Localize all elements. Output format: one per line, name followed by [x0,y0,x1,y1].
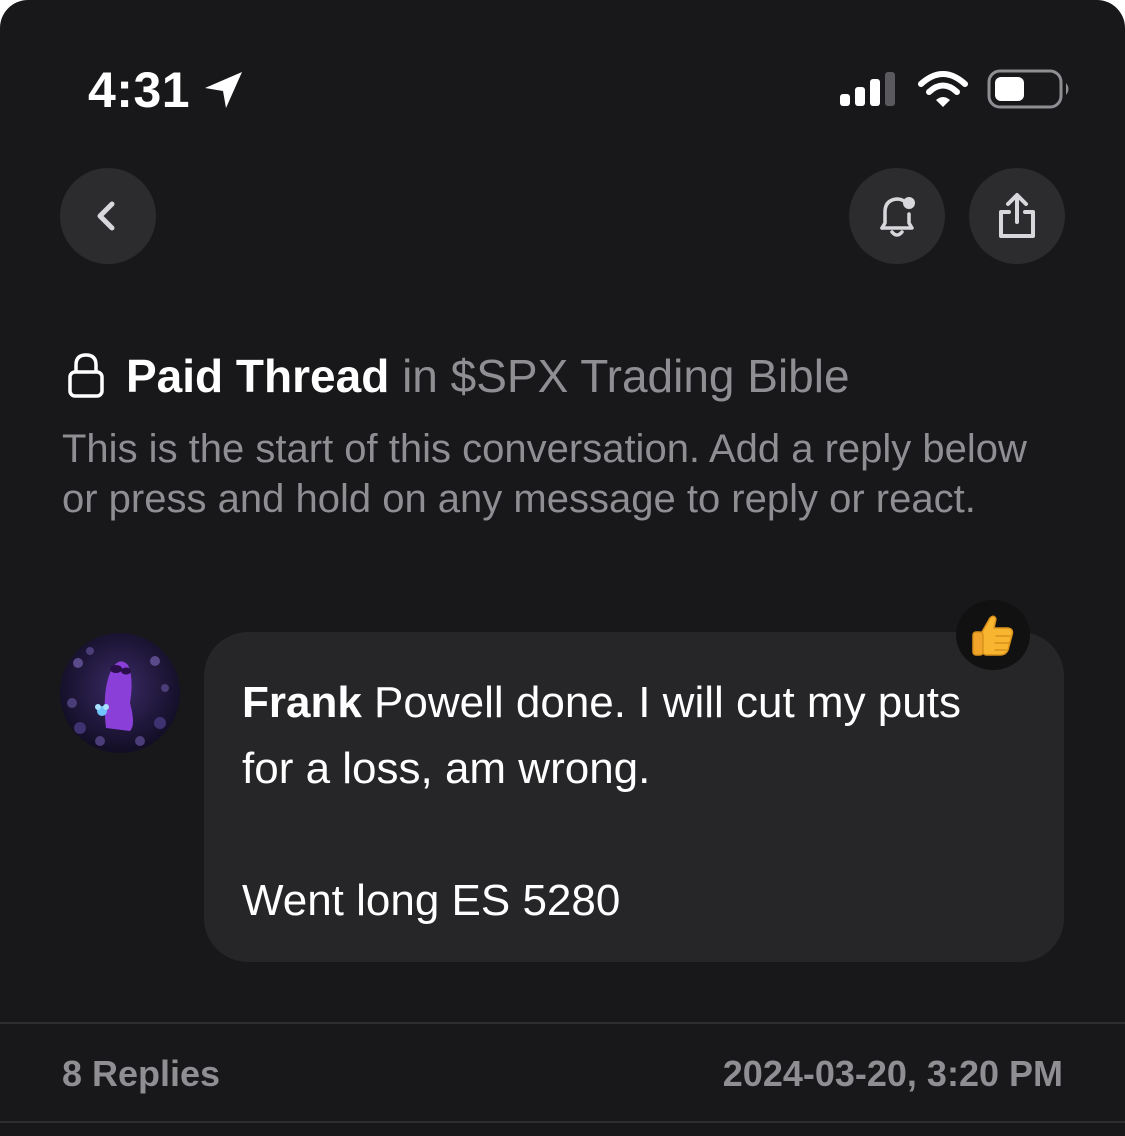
lock-icon [68,353,104,398]
thread-title: Paid Thread [126,350,390,402]
notification-bell-button[interactable] [849,168,945,264]
battery-icon [987,69,1069,109]
app-screen: 4:31 Paid Thread in $SPX Trading Bible T… [0,0,1125,1136]
share-button[interactable] [969,168,1065,264]
divider [0,1022,1125,1024]
avatar[interactable] [60,633,180,753]
bell-icon [880,197,915,237]
replies-count[interactable]: 8 Replies [62,1052,220,1096]
thread-title-line: Paid Thread in $SPX Trading Bible [126,348,850,404]
back-button[interactable] [60,168,156,264]
divider [0,1121,1125,1123]
thread-intro-text: This is the start of this conversation. … [62,427,1027,521]
wifi-icon [918,71,968,107]
thread-community-link[interactable]: in $SPX Trading Bible [402,350,850,402]
message-timestamp: 2024-03-20, 3:20 PM [722,1053,1063,1094]
thumbs-up-icon [972,615,1014,656]
message-author[interactable]: Frank [242,678,362,727]
status-time: 4:31 [88,62,191,118]
message-bubble[interactable]: Frank Powell done. I will cut my puts fo… [204,632,1064,962]
reaction-thumbs-up[interactable] [956,600,1030,670]
message-body: Frank Powell done. I will cut my puts fo… [242,670,962,934]
share-icon [999,193,1035,238]
chevron-left-icon [97,201,115,231]
location-arrow-icon [205,72,242,108]
cellular-signal-icon [840,72,895,106]
